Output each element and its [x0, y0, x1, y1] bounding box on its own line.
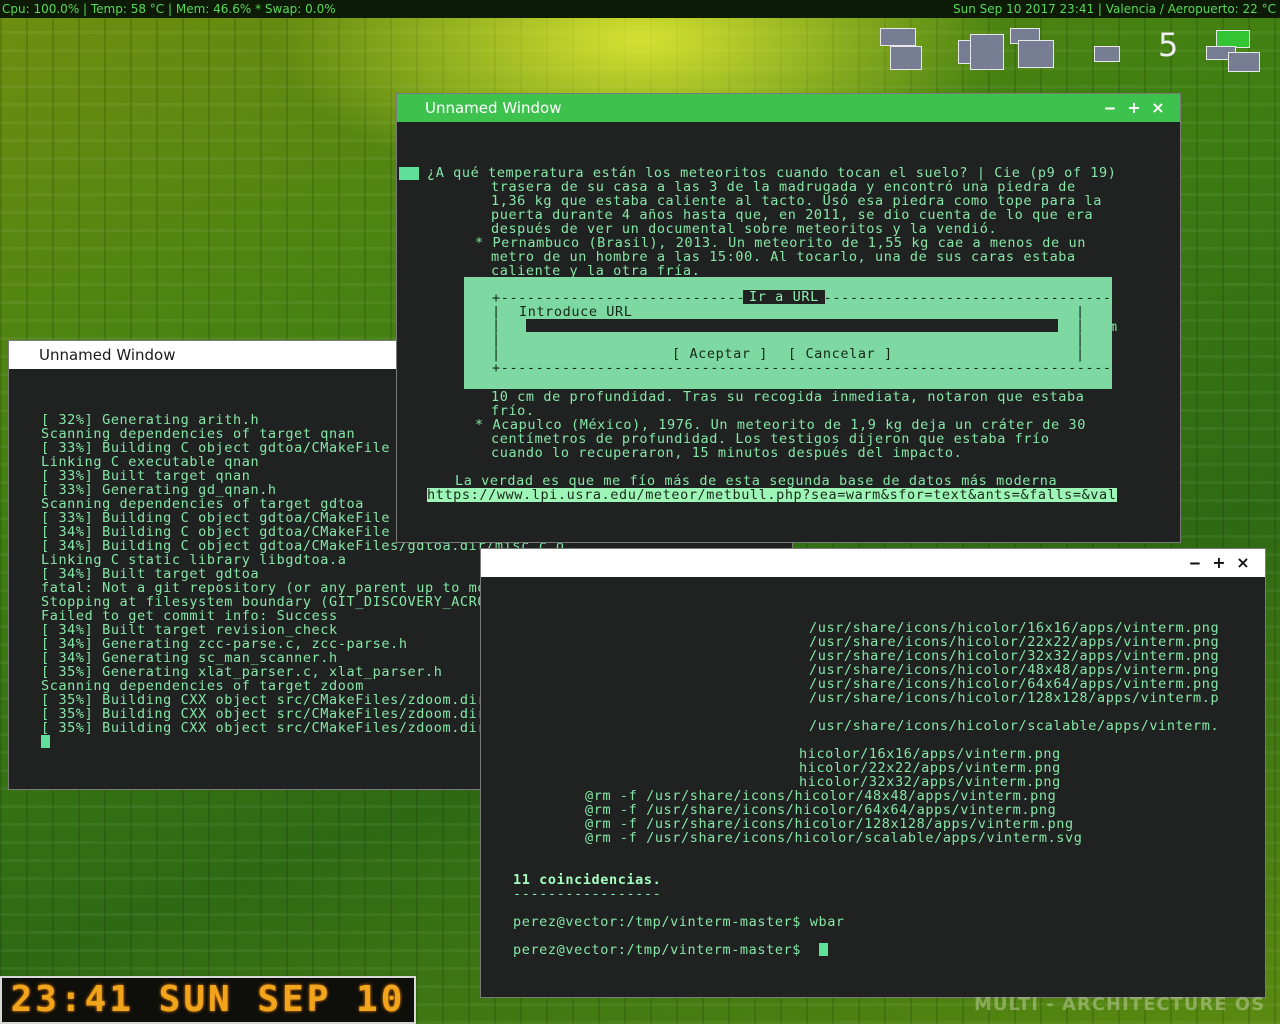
- prompt-line: perez@vector:/tmp/vinterm-master$: [513, 942, 810, 958]
- page-text-line: metro de un hombre a las 15:00. Al tocar…: [491, 249, 1076, 265]
- dialog-border-left: |: [492, 318, 501, 334]
- pager-window-thumb[interactable]: [880, 28, 916, 46]
- terminal-cursor: [41, 735, 50, 748]
- pager-window-thumb[interactable]: [1018, 40, 1054, 68]
- terminal-line: [ 33%] Building C object gdtoa/CMakeFile: [41, 510, 391, 526]
- pager-window-thumb[interactable]: [970, 34, 1004, 70]
- terminal-line: /usr/share/icons/hicolor/128x128/apps/vi…: [809, 690, 1220, 706]
- prompt-line: perez@vector:/tmp/vinterm-master$ wbar: [513, 914, 845, 930]
- terminal-line: /usr/share/icons/hicolor/scalable/apps/v…: [809, 718, 1220, 734]
- shell-window-titlebar[interactable]: ‒ + ×: [481, 549, 1265, 577]
- terminal-line: Linking C executable qnan: [41, 454, 260, 470]
- terminal-line: [ 34%] Built target revision_check: [41, 622, 338, 638]
- terminal-cursor: [819, 943, 828, 956]
- digital-clock: 23:41 SUN SEP 10: [0, 976, 416, 1024]
- terminal-line: /usr/share/icons/hicolor/64x64/apps/vint…: [809, 676, 1220, 692]
- page-text-line: puerta durante 4 años hasta que, en 2011…: [491, 207, 1094, 223]
- close-icon[interactable]: ×: [1146, 94, 1170, 122]
- status-bar: Cpu: 100.0% | Temp: 58 °C | Mem: 46.6% *…: [0, 0, 1280, 18]
- terminal-line: @rm -f /usr/share/icons/hicolor/48x48/ap…: [585, 788, 1057, 804]
- minimize-icon[interactable]: ‒: [1183, 549, 1207, 577]
- date-weather: Sun Sep 10 2017 23:41 | Valencia / Aerop…: [953, 2, 1276, 16]
- dialog-border-left: |: [492, 346, 501, 362]
- window-controls: ‒ + ×: [1183, 549, 1255, 577]
- dialog-border-right: |: [1076, 318, 1085, 334]
- cancel-button[interactable]: [ Cancelar ]: [788, 347, 893, 361]
- terminal-line: [ 32%] Generating arith.h: [41, 412, 260, 428]
- pager-window-thumb[interactable]: [1094, 46, 1120, 62]
- page-text-line: frío.: [491, 403, 535, 419]
- maximize-icon[interactable]: +: [1207, 549, 1231, 577]
- dialog-border-right: |: [1076, 304, 1085, 320]
- terminal-line: Scanning dependencies of target gdtoa: [41, 496, 364, 512]
- terminal-line: [ 34%] Building C object gdtoa/CMakeFile: [41, 524, 391, 540]
- terminal-line: hicolor/16x16/apps/vinterm.png: [799, 746, 1061, 762]
- terminal-line: @rm -f /usr/share/icons/hicolor/scalable…: [585, 830, 1083, 846]
- dialog-border-left: |: [492, 304, 501, 320]
- window-controls: ‒ + ×: [1098, 94, 1170, 122]
- terminal-line: @rm -f /usr/share/icons/hicolor/64x64/ap…: [585, 802, 1057, 818]
- dialog-border-left: |: [492, 332, 501, 348]
- page-text-line: cuando lo recuperaron, 15 minutos despué…: [491, 445, 963, 461]
- workspace-number: 5: [1158, 26, 1179, 64]
- wallpaper-text: MULTI - ARCHITECTURE OS: [974, 994, 1266, 1015]
- page-text-line: caliente y la otra fría.: [491, 263, 701, 279]
- shell-terminal-output[interactable]: /usr/share/icons/hicolor/16x16/apps/vint…: [481, 577, 1265, 997]
- terminal-line: Scanning dependencies of target zdoom: [41, 678, 364, 694]
- terminal-line: [ 33%] Built target qnan: [41, 468, 251, 484]
- system-stats: Cpu: 100.0% | Temp: 58 °C | Mem: 46.6% *…: [2, 2, 336, 16]
- page-text-line: 1,36 kg que estaba caliente al tacto. Us…: [491, 193, 1102, 209]
- terminal-line: [ 34%] Generating sc_man_scanner.h: [41, 650, 338, 666]
- terminal-line: [ 33%] Building C object gdtoa/CMakeFile: [41, 440, 391, 456]
- terminal-line: /usr/share/icons/hicolor/22x22/apps/vint…: [809, 634, 1220, 650]
- terminal-line: /usr/share/icons/hicolor/32x32/apps/vint…: [809, 648, 1220, 664]
- page-text-line: * Acapulco (México), 1976. Un meteorito …: [475, 417, 1086, 433]
- page-text-line: * Pernambuco (Brasil), 2013. Un meteorit…: [475, 235, 1086, 251]
- url-input[interactable]: [526, 319, 1058, 332]
- window-title: Unnamed Window: [425, 99, 562, 117]
- accept-button[interactable]: [ Aceptar ]: [672, 347, 768, 361]
- pager-window-thumb[interactable]: [1228, 52, 1260, 72]
- match-count: 11 coincidencias.: [513, 872, 662, 888]
- terminal-line: /usr/share/icons/hicolor/16x16/apps/vint…: [809, 620, 1220, 636]
- dialog-border-right: |: [1076, 332, 1085, 348]
- workspace-pager[interactable]: 5: [880, 24, 1270, 74]
- page-text-line: después de ver un documental sobre meteo…: [491, 221, 998, 237]
- dialog-border-right: |: [1076, 346, 1085, 362]
- window-title: Unnamed Window: [39, 346, 176, 364]
- terminal-line: Failed to get commit info: Success: [41, 608, 338, 624]
- terminal-line: [ 33%] Generating gd_qnan.h: [41, 482, 277, 498]
- pager-window-thumb[interactable]: [890, 46, 922, 70]
- terminal-line: hicolor/22x22/apps/vinterm.png: [799, 760, 1061, 776]
- terminal-line: Scanning dependencies of target qnan: [41, 426, 356, 442]
- terminal-line: [ 35%] Generating xlat_parser.c, xlat_pa…: [41, 664, 443, 680]
- url-input-label: Introduce URL: [519, 304, 633, 320]
- maximize-icon[interactable]: +: [1122, 94, 1146, 122]
- shell-terminal-window[interactable]: ‒ + × /usr/share/icons/hicolor/16x16/apps/…: [480, 548, 1266, 998]
- dialog-border-bottom: +---------------------------------------…: [492, 360, 1121, 376]
- terminal-line: Linking C static library libgdtoa.a: [41, 552, 347, 568]
- close-icon[interactable]: ×: [1231, 549, 1255, 577]
- terminal-line: hicolor/32x32/apps/vinterm.png: [799, 774, 1061, 790]
- terminal-line: /usr/share/icons/hicolor/48x48/apps/vint…: [809, 662, 1220, 678]
- page-text-line: ¿A qué temperatura están los meteoritos …: [427, 165, 1117, 181]
- terminal-line: [ 34%] Built target gdtoa: [41, 566, 260, 582]
- page-text-line: trasera de su casa a las 3 de la madruga…: [491, 179, 1076, 195]
- minimize-icon[interactable]: ‒: [1098, 94, 1122, 122]
- terminal-line: [ 34%] Generating zcc-parse.c, zcc-parse…: [41, 636, 408, 652]
- page-text-line: centímetros de profundidad. Los testigos…: [491, 431, 1050, 447]
- terminal-line: @rm -f /usr/share/icons/hicolor/128x128/…: [585, 816, 1074, 832]
- browser-cursor: [399, 167, 419, 180]
- separator: -----------------: [513, 886, 662, 902]
- page-text-line: La verdad es que me fío más de esta segu…: [455, 473, 1058, 489]
- url-link[interactable]: https://www.lpi.usra.edu/meteor/metbull.…: [427, 488, 1117, 502]
- dialog-title: Ir a URL: [743, 290, 825, 304]
- page-text-line: 10 cm de profundidad. Tras su recogida i…: [491, 389, 1085, 405]
- browser-window-titlebar[interactable]: Unnamed Window ‒ + ×: [397, 94, 1180, 122]
